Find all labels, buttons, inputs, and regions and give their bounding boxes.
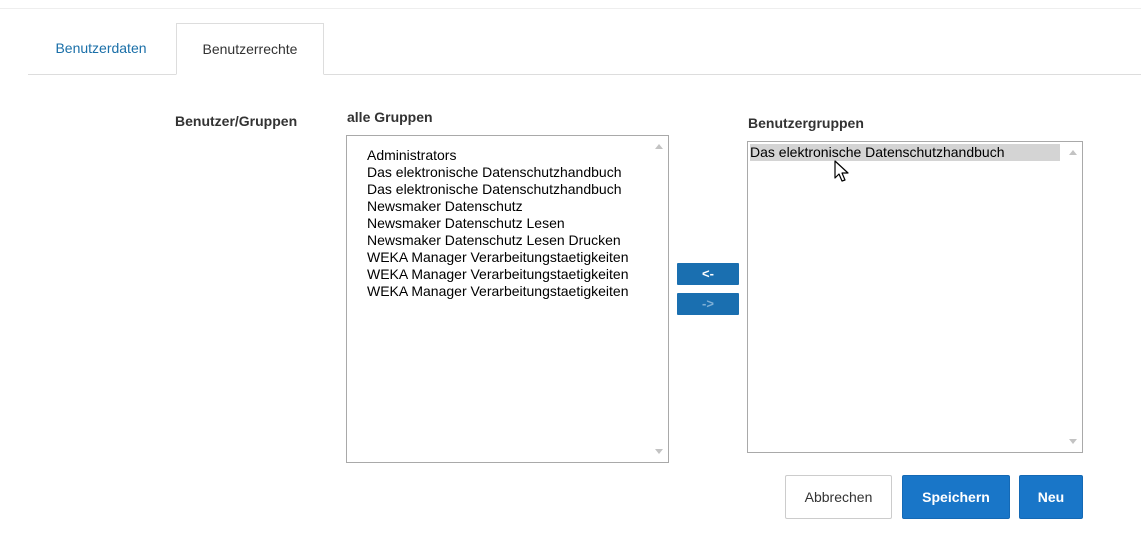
member-groups-scrollbar[interactable] xyxy=(1065,142,1082,452)
member-groups-label: Benutzergruppen xyxy=(748,115,864,131)
all-groups-scrollbar[interactable] xyxy=(651,136,668,462)
user-groups-label: Benutzer/Gruppen xyxy=(175,113,298,129)
move-right-button[interactable]: -> xyxy=(677,293,739,315)
all-groups-option[interactable]: Das elektronische Datenschutzhandbuch xyxy=(367,164,647,181)
all-groups-option[interactable]: Administrators xyxy=(367,147,647,164)
mouse-pointer-icon xyxy=(834,160,849,182)
all-groups-items: Administrators Das elektronische Datensch… xyxy=(367,147,647,300)
all-groups-option[interactable]: WEKA Manager Verarbeitungstaetigkeiten xyxy=(367,283,647,300)
scroll-up-icon[interactable] xyxy=(655,144,663,149)
scroll-down-icon[interactable] xyxy=(1069,439,1077,444)
move-left-button[interactable]: <- xyxy=(677,263,739,285)
top-divider xyxy=(0,8,1141,9)
all-groups-option[interactable]: Newsmaker Datenschutz Lesen xyxy=(367,215,647,232)
scroll-down-icon[interactable] xyxy=(655,449,663,454)
member-groups-items: Das elektronische Datenschutzhandbuch xyxy=(750,144,1060,161)
tab-benutzerdaten[interactable]: Benutzerdaten xyxy=(28,23,174,74)
new-button[interactable]: Neu xyxy=(1019,475,1083,519)
all-groups-option[interactable]: Newsmaker Datenschutz Lesen Drucken xyxy=(367,232,647,249)
all-groups-listbox[interactable]: Administrators Das elektronische Datensch… xyxy=(346,135,669,463)
tab-benutzerrechte[interactable]: Benutzerrechte xyxy=(176,23,324,75)
all-groups-option[interactable]: Newsmaker Datenschutz xyxy=(367,198,647,215)
all-groups-label: alle Gruppen xyxy=(347,109,433,125)
member-groups-listbox[interactable]: Das elektronische Datenschutzhandbuch xyxy=(747,141,1083,453)
cancel-button[interactable]: Abbrechen xyxy=(785,475,892,519)
all-groups-option[interactable]: WEKA Manager Verarbeitungstaetigkeiten xyxy=(367,249,647,266)
member-groups-option[interactable]: Das elektronische Datenschutzhandbuch xyxy=(750,144,1060,161)
save-button[interactable]: Speichern xyxy=(902,475,1010,519)
all-groups-option[interactable]: Das elektronische Datenschutzhandbuch xyxy=(367,181,647,198)
scroll-up-icon[interactable] xyxy=(1069,150,1077,155)
all-groups-option[interactable]: WEKA Manager Verarbeitungstaetigkeiten xyxy=(367,266,647,283)
